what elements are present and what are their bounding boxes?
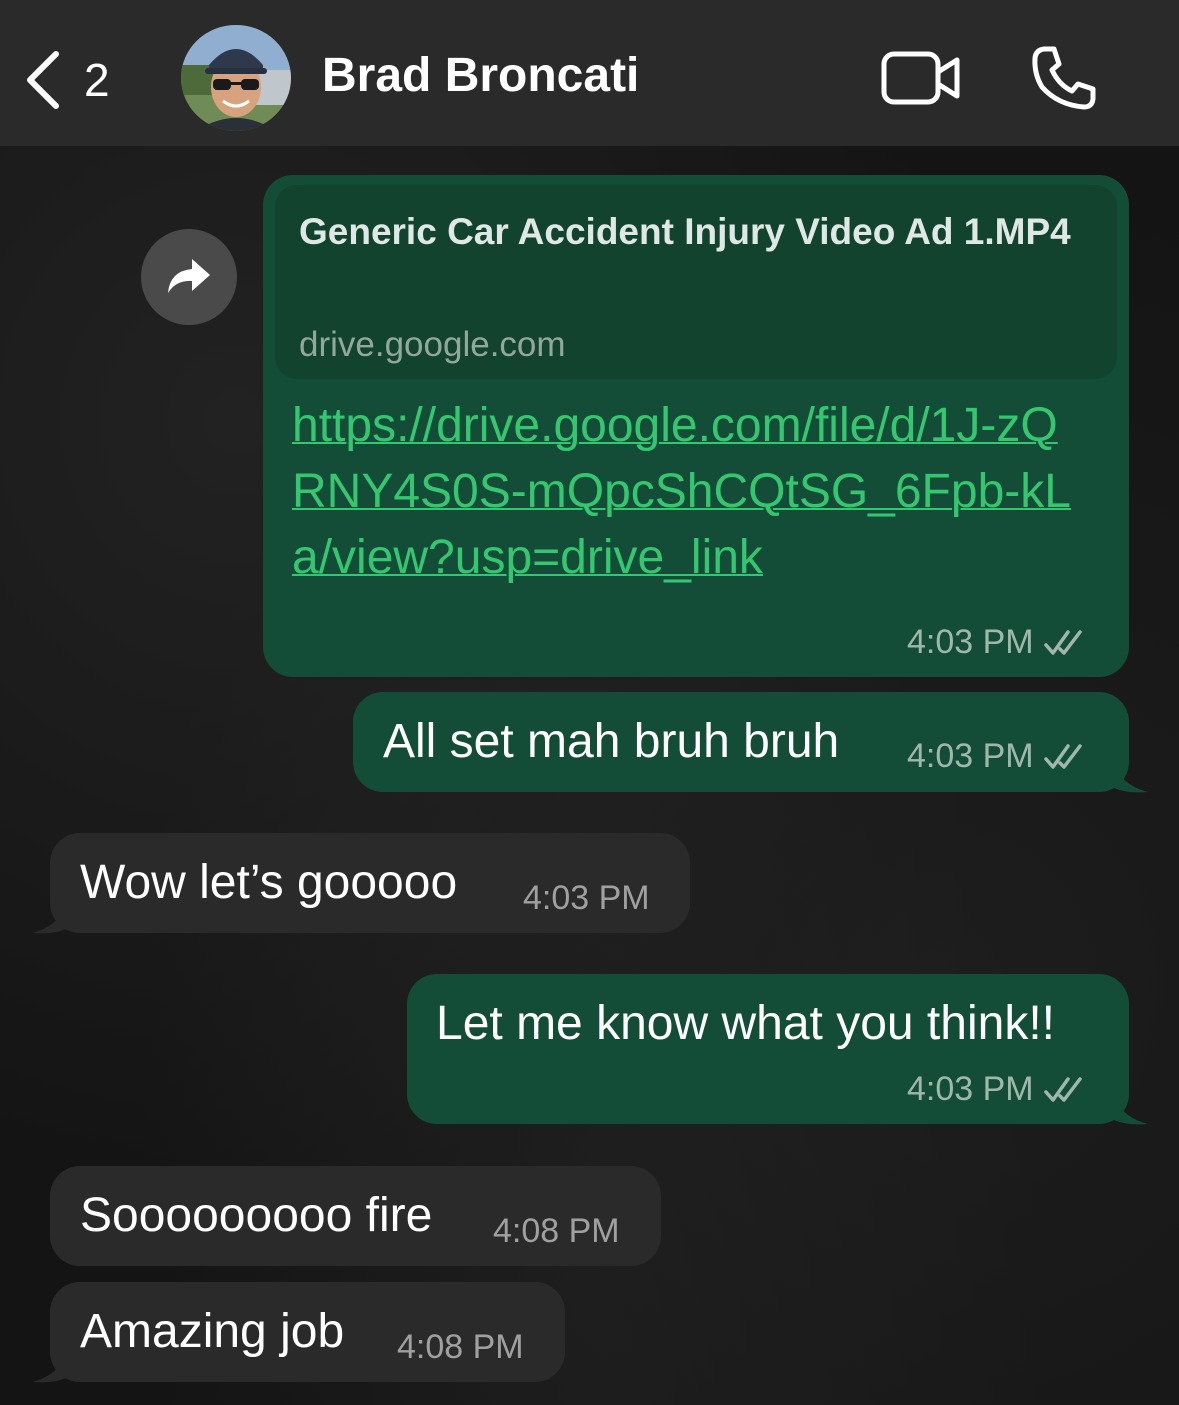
message-bubble-outgoing[interactable]: All set mah bruh bruh 4:03 PM — [353, 692, 1129, 792]
bubble-tail — [32, 1342, 70, 1383]
message-timestamp: 4:03 PM — [907, 1070, 1088, 1109]
link-preview-title: Generic Car Accident Injury Video Ad 1.M… — [299, 211, 1071, 252]
message-text: Amazing job — [80, 1305, 345, 1358]
message-time: 4:08 PM — [397, 1328, 524, 1366]
message-time: 4:08 PM — [493, 1212, 620, 1250]
unread-count: 2 — [84, 54, 110, 106]
message-time: 4:03 PM — [523, 879, 650, 917]
message-timestamp: 4:08 PM — [493, 1212, 620, 1251]
message-bubble-outgoing[interactable]: Generic Car Accident Injury Video Ad 1.M… — [263, 175, 1129, 677]
link-preview-card[interactable]: Generic Car Accident Injury Video Ad 1.M… — [275, 185, 1117, 379]
avatar[interactable] — [181, 25, 291, 131]
forward-arrow-icon — [168, 259, 210, 293]
message-bubble-outgoing[interactable]: Let me know what you think!! 4:03 PM — [407, 974, 1129, 1124]
message-text: Let me know what you think!! — [436, 997, 1055, 1050]
bubble-tail — [32, 893, 70, 934]
double-check-icon — [1043, 1076, 1082, 1102]
video-camera-icon — [881, 51, 960, 105]
message-bubble-incoming[interactable]: Sooooooooo fire 4:08 PM — [50, 1166, 661, 1266]
chat-header: 2 Brad Broncati — [0, 0, 1179, 146]
video-call-button[interactable] — [880, 50, 962, 106]
message-timestamp: 4:03 PM — [523, 879, 650, 918]
bubble-tail — [1110, 752, 1148, 793]
message-bubble-incoming[interactable]: Amazing job 4:08 PM — [50, 1282, 565, 1382]
bubble-tail — [1110, 1084, 1148, 1125]
message-text: Wow let’s gooooo — [80, 856, 458, 909]
phone-icon — [1032, 46, 1096, 110]
forward-button[interactable] — [141, 229, 237, 325]
link-preview-domain: drive.google.com — [299, 325, 566, 364]
message-timestamp: 4:03 PM — [907, 623, 1088, 662]
voice-call-button[interactable] — [1030, 44, 1098, 112]
message-time: 4:03 PM — [907, 1070, 1034, 1108]
message-link[interactable]: https://drive.google.com/file/d/1J-zQRNY… — [292, 393, 1092, 591]
message-timestamp: 4:08 PM — [397, 1328, 524, 1367]
double-check-icon — [1043, 743, 1082, 769]
message-bubble-incoming[interactable]: Wow let’s gooooo 4:03 PM — [50, 833, 690, 933]
message-time: 4:03 PM — [907, 737, 1034, 775]
double-check-icon — [1043, 629, 1082, 655]
back-button[interactable]: 2 — [22, 40, 132, 120]
message-text: Sooooooooo fire — [80, 1189, 433, 1242]
message-text: All set mah bruh bruh — [383, 715, 840, 768]
contact-name[interactable]: Brad Broncati — [322, 48, 639, 103]
message-timestamp: 4:03 PM — [907, 737, 1088, 776]
message-time: 4:03 PM — [907, 623, 1034, 661]
chevron-left-icon — [27, 51, 59, 109]
